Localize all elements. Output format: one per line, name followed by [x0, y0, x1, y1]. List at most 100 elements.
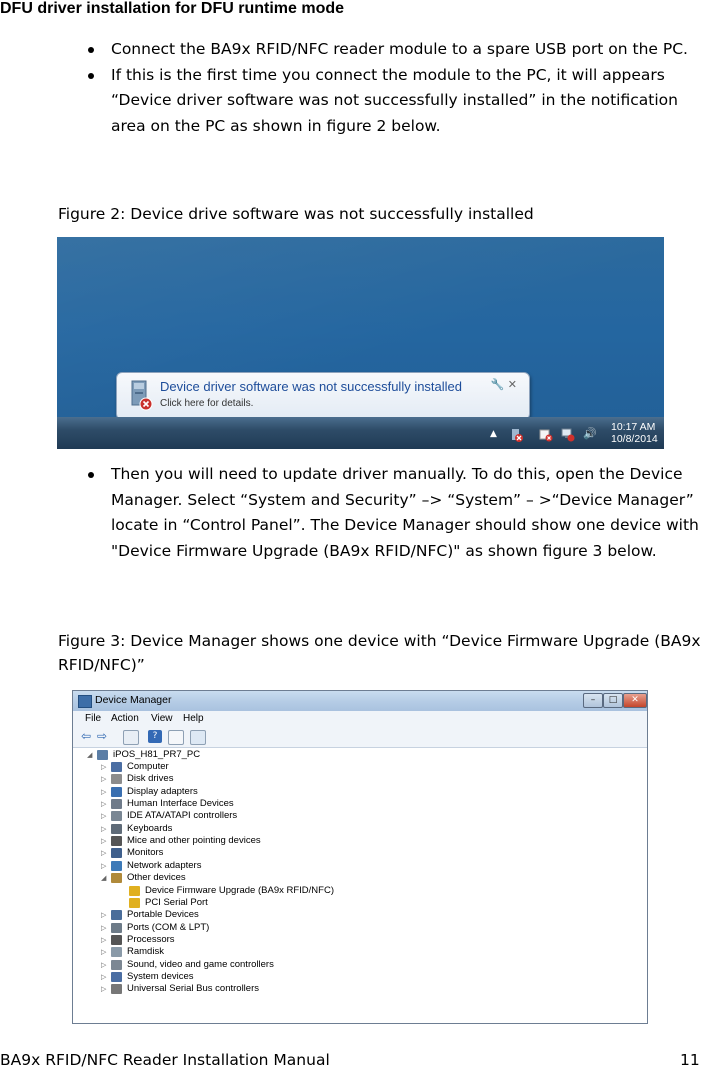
warning-device-icon [129, 885, 140, 896]
tree-category[interactable]: Human Interface Devices [127, 798, 234, 810]
bullet-list-update: Then you will need to update driver manu… [88, 462, 700, 564]
device-tree: ◢ iPOS_H81_PR7_PC ▷ Computer ▷ Disk drives ▷… [73, 748, 647, 1022]
expand-toggle-icon[interactable]: ▷ [101, 971, 106, 983]
expand-toggle-icon[interactable]: ▷ [101, 761, 106, 773]
figure3-caption: Figure 3: Device Manager shows one devic… [58, 632, 701, 674]
back-arrow-icon[interactable]: ⇦ [81, 730, 95, 743]
device-category-icon [111, 934, 122, 945]
bullet-dot-icon [88, 47, 94, 53]
tree-category[interactable]: Portable Devices [127, 909, 199, 921]
notification-balloon[interactable]: Device driver software was not successfu… [116, 372, 530, 432]
taskbar-clock[interactable]: 10:17 AM 10/8/2014 [611, 421, 658, 445]
tree-device[interactable]: Device Firmware Upgrade (BA9x RFID/NFC) [145, 885, 334, 897]
expand-toggle-icon[interactable]: ▷ [101, 934, 106, 946]
balloon-details-link[interactable]: Click here for details. [160, 398, 253, 409]
expand-toggle-icon[interactable]: ▷ [101, 860, 106, 872]
show-hidden-icons-icon[interactable]: ▲ [490, 427, 504, 441]
close-button[interactable]: ✕ [623, 693, 647, 708]
clock-time: 10:17 AM [611, 421, 656, 433]
wrench-icon[interactable]: 🔧 [491, 378, 505, 391]
tree-category[interactable]: IDE ATA/ATAPI controllers [127, 810, 237, 822]
device-category-icon [111, 774, 122, 785]
tree-category[interactable]: System devices [127, 971, 194, 983]
figure2-caption: Figure 2: Device drive software was not … [58, 205, 534, 223]
menu-help[interactable]: Help [183, 713, 204, 724]
menu-bar: File Action View Help [73, 711, 647, 727]
expand-toggle-icon[interactable]: ▷ [101, 909, 106, 921]
forward-arrow-icon[interactable]: ⇨ [97, 730, 111, 743]
figure3-device-manager-window: Device Manager – □ ✕ File Action View He… [72, 690, 648, 1024]
taskbar: ▲ 🔊 10:17 AM 10/8/2014 [57, 417, 664, 449]
tree-root[interactable]: iPOS_H81_PR7_PC [113, 749, 200, 761]
bullet-dot-icon [88, 72, 94, 79]
tree-category[interactable]: Keyboards [127, 823, 172, 835]
device-category-icon [111, 922, 122, 933]
expand-toggle-icon[interactable]: ▷ [101, 835, 106, 847]
scan-hardware-icon[interactable] [190, 730, 206, 745]
properties-icon[interactable] [123, 730, 139, 745]
device-error-tray-icon[interactable] [510, 427, 524, 442]
expand-toggle-icon[interactable]: ▷ [101, 810, 106, 822]
expand-toggle-icon[interactable]: ▷ [101, 946, 106, 958]
bullet-item: If this is the first time you connect th… [88, 63, 700, 140]
expand-toggle-icon[interactable]: ▷ [101, 773, 106, 785]
tree-category[interactable]: Processors [127, 934, 175, 946]
collapse-toggle-icon[interactable]: ◢ [101, 872, 106, 884]
footer-title: BA9x RFID/NFC Reader Installation Manual [0, 1051, 330, 1069]
expand-toggle-icon[interactable]: ▷ [101, 959, 106, 971]
expand-toggle-icon[interactable]: ▷ [101, 922, 106, 934]
collapse-toggle-icon[interactable]: ◢ [87, 749, 92, 761]
device-category-icon [111, 811, 122, 822]
tree-category[interactable]: Ports (COM & LPT) [127, 922, 209, 934]
tree-category[interactable]: Display adapters [127, 786, 198, 798]
tree-category[interactable]: Sound, video and game controllers [127, 959, 274, 971]
balloon-title: Device driver software was not successfu… [160, 379, 463, 394]
device-category-icon [111, 971, 122, 982]
bullet-text: Connect the BA9x RFID/NFC reader module … [111, 40, 688, 58]
expand-toggle-icon[interactable]: ▷ [101, 823, 106, 835]
close-icon[interactable]: ✕ [508, 378, 517, 391]
tree-category[interactable]: Network adapters [127, 860, 201, 872]
bullet-text: If this is the first time you connect th… [111, 65, 678, 135]
device-category-icon [111, 959, 122, 970]
maximize-button[interactable]: □ [603, 693, 623, 708]
menu-file[interactable]: File [85, 713, 101, 724]
view-icon[interactable] [168, 730, 184, 745]
warning-device-icon [129, 897, 140, 908]
menu-view[interactable]: View [151, 713, 173, 724]
help-icon[interactable]: ? [148, 730, 162, 743]
menu-action[interactable]: Action [111, 713, 139, 724]
device-manager-icon [78, 695, 92, 708]
action-center-icon[interactable] [539, 427, 553, 442]
expand-toggle-icon[interactable]: ▷ [101, 983, 106, 995]
expand-toggle-icon[interactable]: ▷ [101, 847, 106, 859]
minimize-button[interactable]: – [583, 693, 603, 708]
tree-category[interactable]: Monitors [127, 847, 163, 859]
tree-device[interactable]: PCI Serial Port [145, 897, 208, 909]
tree-category[interactable]: Universal Serial Bus controllers [127, 983, 259, 995]
window-titlebar[interactable]: Device Manager – □ ✕ [73, 691, 647, 711]
driver-error-icon [129, 380, 155, 412]
clock-date: 10/8/2014 [611, 433, 658, 445]
device-category-icon [111, 823, 122, 834]
device-category-icon [111, 873, 122, 884]
network-icon[interactable] [561, 427, 575, 442]
tree-category[interactable]: Computer [127, 761, 169, 773]
expand-toggle-icon[interactable]: ▷ [101, 798, 106, 810]
tree-category[interactable]: Mice and other pointing devices [127, 835, 261, 847]
page-number: 11 [680, 1051, 700, 1069]
device-category-icon [111, 836, 122, 847]
expand-toggle-icon[interactable]: ▷ [101, 786, 106, 798]
volume-icon[interactable]: 🔊 [583, 427, 597, 441]
tree-category[interactable]: Other devices [127, 872, 186, 884]
device-category-icon [111, 860, 122, 871]
tree-category[interactable]: Disk drives [127, 773, 173, 785]
bullet-list-intro: Connect the BA9x RFID/NFC reader module … [88, 37, 700, 139]
tree-category[interactable]: Ramdisk [127, 946, 164, 958]
device-category-icon [111, 762, 122, 772]
bullet-item: Connect the BA9x RFID/NFC reader module … [88, 37, 700, 63]
device-category-icon [111, 786, 122, 797]
balloon-tools: 🔧 ✕ [491, 378, 517, 391]
device-category-icon [111, 984, 122, 995]
device-category-icon [111, 799, 122, 810]
